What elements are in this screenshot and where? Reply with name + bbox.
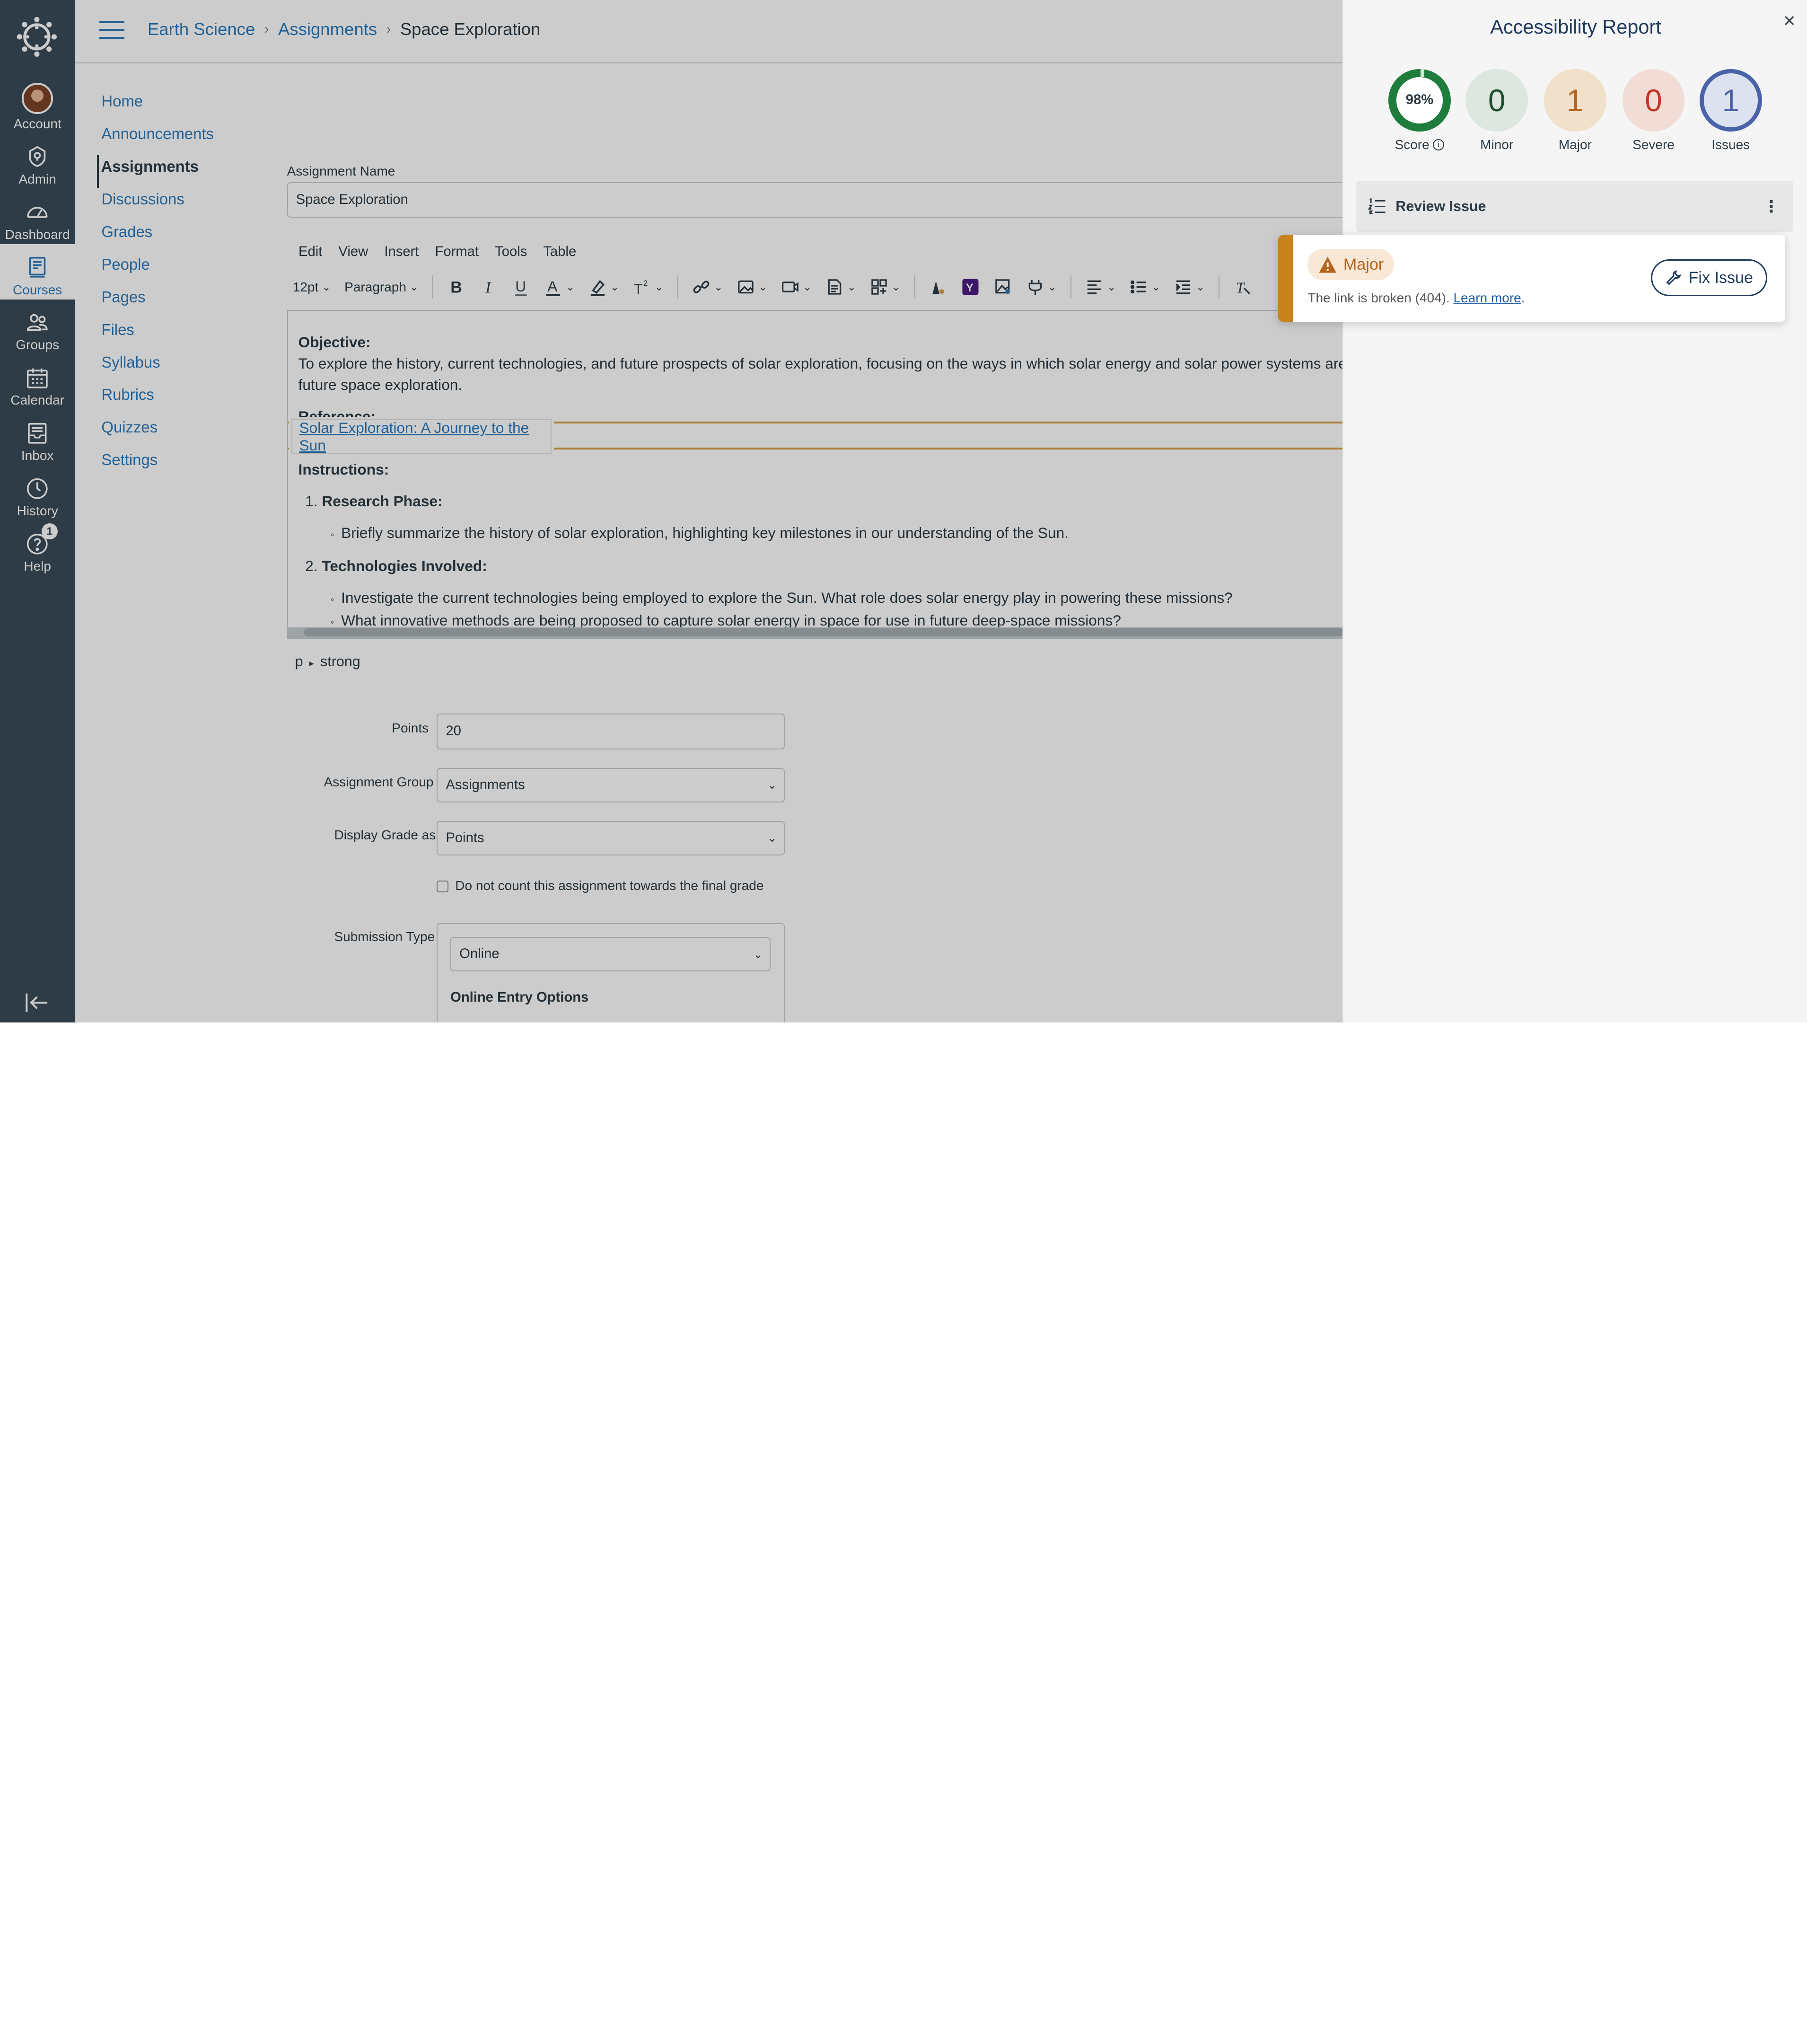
- score-value: 98%: [1405, 92, 1434, 108]
- info-icon[interactable]: i: [1432, 139, 1445, 151]
- close-icon[interactable]: ×: [1783, 9, 1796, 33]
- learn-more-link[interactable]: Learn more: [1454, 291, 1521, 305]
- modal-backdrop: [0, 0, 1343, 1022]
- warning-icon: [1319, 256, 1337, 273]
- wrench-icon: [1666, 270, 1681, 285]
- issue-description: The link is broken (404). Learn more.: [1307, 290, 1525, 305]
- severity-label: Major: [1343, 255, 1384, 273]
- minor-value: 0: [1465, 69, 1528, 132]
- panel-title: Accessibility Report: [1490, 16, 1661, 38]
- score-label: Score: [1395, 137, 1430, 152]
- accessibility-panel: Accessibility Report × 98% Score i 0 Mino…: [1342, 0, 1807, 1022]
- score-stat: 98% Score i: [1386, 69, 1453, 152]
- score-ring: 98%: [1388, 69, 1451, 132]
- canvas-root: Account Admin Dashboard Courses Groups C…: [0, 0, 1807, 1022]
- major-stat: 1 Major: [1542, 69, 1608, 152]
- severe-value: 0: [1622, 69, 1685, 132]
- severity-badge: Major: [1307, 249, 1395, 280]
- issues-label: Issues: [1711, 137, 1750, 152]
- fix-issue-label: Fix Issue: [1688, 268, 1753, 287]
- issue-card: Major The link is broken (404). Learn mo…: [1278, 235, 1785, 322]
- severe-stat: 0 Severe: [1620, 69, 1687, 152]
- kebab-menu-icon[interactable]: ⋮: [1763, 197, 1779, 216]
- issue-text: The link is broken (404).: [1307, 290, 1450, 305]
- minor-stat: 0 Minor: [1464, 69, 1530, 152]
- review-issue-bar[interactable]: Review Issue ⋮: [1356, 181, 1793, 232]
- issues-stat: 1 Issues: [1697, 69, 1764, 152]
- major-label: Major: [1558, 137, 1592, 152]
- list-numbered-icon: [1368, 197, 1386, 214]
- minor-label: Minor: [1480, 137, 1514, 152]
- review-issue-label: Review Issue: [1395, 198, 1486, 214]
- fix-issue-button[interactable]: Fix Issue: [1651, 259, 1768, 297]
- issues-value: 1: [1699, 69, 1762, 132]
- major-value: 1: [1544, 69, 1606, 132]
- severe-label: Severe: [1632, 137, 1675, 152]
